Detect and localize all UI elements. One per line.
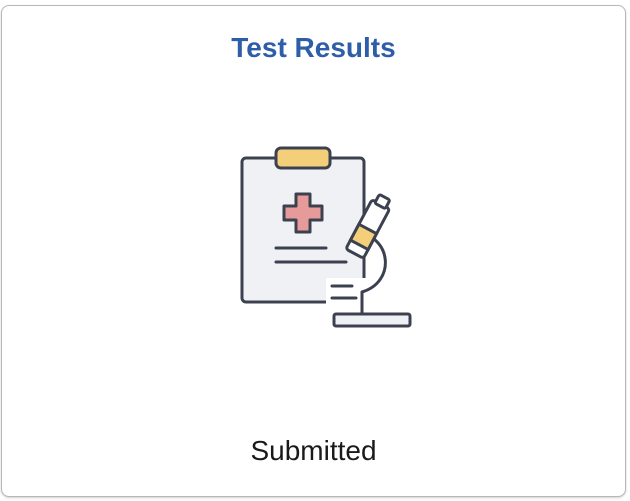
clipboard-clip — [274, 146, 332, 170]
tile-title: Test Results — [231, 32, 396, 63]
clipboard-microscope-icon — [234, 136, 424, 346]
test-results-tile[interactable]: Test Results Submitted — [1, 5, 626, 497]
microscope-base — [332, 312, 412, 328]
tile-status: Submitted — [250, 435, 377, 466]
